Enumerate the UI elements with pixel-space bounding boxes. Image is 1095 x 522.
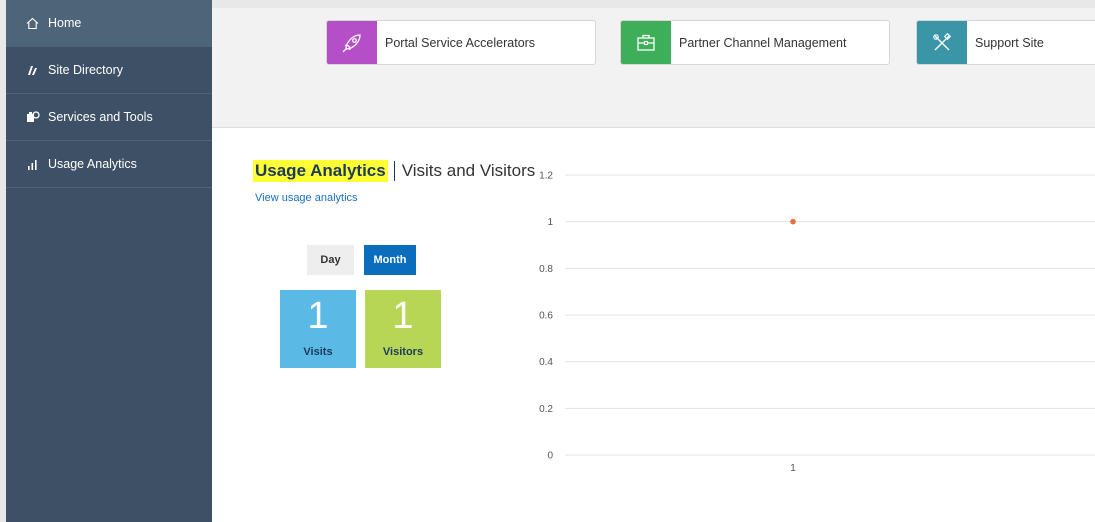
y-tick-label: 0.2 <box>539 404 553 415</box>
tile-partner-channel-management[interactable]: Partner Channel Management <box>620 20 890 65</box>
y-tick-label: 0.8 <box>539 264 553 275</box>
tile-support-site[interactable]: Support Site <box>916 20 1095 65</box>
services-tools-icon <box>26 110 48 124</box>
visits-label: Visits <box>303 346 333 358</box>
home-icon <box>26 17 48 30</box>
rocket-icon <box>327 21 377 64</box>
y-tick-label: 0.4 <box>539 357 553 368</box>
bar-chart-icon <box>26 158 48 171</box>
briefcase-icon <box>621 21 671 64</box>
visitors-stat-card: 1 Visitors <box>365 290 441 368</box>
usage-analytics-subtitle: Visits and Visitors <box>401 161 536 180</box>
y-tick-label: 0.6 <box>539 311 553 322</box>
tile-label: Support Site <box>975 35 1044 50</box>
tile-label: Portal Service Accelerators <box>385 35 536 50</box>
tile-portal-service-accelerators[interactable]: Portal Service Accelerators <box>326 20 596 65</box>
month-toggle-button[interactable]: Month <box>364 245 416 275</box>
sidebar-item-label: Site Directory <box>48 63 124 77</box>
x-tick-label: 1 <box>790 463 796 474</box>
sidebar-item-label: Usage Analytics <box>48 157 137 171</box>
sidebar-item-label: Services and Tools <box>48 110 153 124</box>
day-toggle-button[interactable]: Day <box>307 245 354 275</box>
y-tick-label: 1.2 <box>539 171 553 182</box>
sidebar-item-usage-analytics[interactable]: Usage Analytics <box>6 141 212 188</box>
sidebar-item-site-directory[interactable]: Site Directory <box>6 47 212 94</box>
usage-analytics-title: Usage Analytics <box>253 160 388 182</box>
site-directory-icon <box>26 64 48 77</box>
visitors-count: 1 <box>392 295 414 337</box>
sidebar-item-label: Home <box>48 16 82 30</box>
sidebar-nav: Home Site Directory Services and Tools U… <box>0 0 212 522</box>
view-usage-analytics-link[interactable]: View usage analytics <box>255 192 358 204</box>
data-point[interactable] <box>790 218 796 225</box>
tools-icon <box>917 21 967 64</box>
quick-links-bar: Portal Service Accelerators Partner Chan… <box>212 0 1095 128</box>
y-tick-label: 1 <box>547 217 553 228</box>
title-divider <box>393 161 395 181</box>
y-tick-label: 0 <box>547 451 553 462</box>
visits-chart: 0 0.2 0.4 0.6 0.8 1 1.2 1 <box>539 171 1095 474</box>
usage-analytics-header: Usage Analytics Visits and Visitors <box>253 160 535 182</box>
visits-stat-card: 1 Visits <box>280 290 356 368</box>
sidebar-item-services-and-tools[interactable]: Services and Tools <box>6 94 212 141</box>
sidebar-item-home[interactable]: Home <box>6 0 212 47</box>
visitors-label: Visitors <box>382 346 424 358</box>
visits-count: 1 <box>307 295 329 337</box>
tile-label: Partner Channel Management <box>679 35 847 50</box>
